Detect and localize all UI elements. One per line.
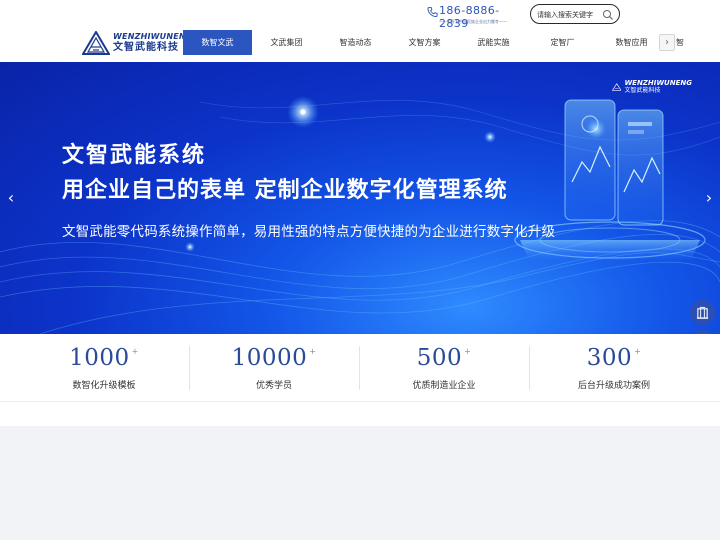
- stat-label: 优质制造业企业: [412, 381, 476, 391]
- search-box: [530, 4, 620, 24]
- nav-item-dingzhi-factory[interactable]: 定智厂: [528, 30, 597, 55]
- stat-value: 10000 +: [231, 345, 317, 371]
- stat-cases: 300 + 后台升级成功案例: [529, 334, 699, 402]
- stat-templates: 1000 + 数智化升级模板: [19, 334, 189, 402]
- banner-title-line1: 文智武能系统: [62, 143, 207, 168]
- hotline[interactable]: 186-8886-2839 ——为开发中国民族企业出力搬冬——: [427, 4, 521, 30]
- nav-item-wuneng-implementation[interactable]: 武能实施: [459, 30, 528, 55]
- nav-item-overflow[interactable]: 智: [676, 37, 688, 48]
- stat-value: 300 +: [586, 345, 642, 371]
- stats-bar: 1000 + 数智化升级模板 10000 + 优秀学员 500 + 优质制造业企业 3…: [0, 334, 720, 402]
- banner-next-arrow-icon[interactable]: ›: [702, 187, 716, 207]
- stat-label: 优秀学员: [255, 381, 292, 391]
- stat-suffix: +: [131, 347, 139, 356]
- building-icon: [696, 306, 709, 319]
- content-section-background: [0, 426, 720, 540]
- hotline-number: 186-8886-2839: [439, 4, 500, 30]
- stat-suffix: +: [634, 347, 642, 356]
- side-building-button[interactable]: [690, 300, 715, 325]
- stat-suffix: +: [464, 347, 472, 356]
- nav-item-shuzhi-wenwu[interactable]: 数智文武: [183, 30, 252, 55]
- banner-logo-emblem-icon: [612, 83, 622, 91]
- stat-label: 数智化升级模板: [72, 381, 136, 391]
- logo-emblem-icon: [82, 31, 110, 55]
- nav-scroll-right-button[interactable]: ›: [659, 34, 675, 51]
- banner-prev-arrow-icon[interactable]: ‹: [4, 187, 18, 207]
- nav-item-shuzhi-application[interactable]: 数智应用: [597, 30, 666, 55]
- nav-item-zhizao-news[interactable]: 智造动态: [321, 30, 390, 55]
- stat-suffix: +: [309, 347, 317, 356]
- logo-english-text: WENZHIWUNENG: [113, 32, 193, 41]
- site-header: WENZHIWUNENG 文智武能科技 186-8886-2839 ——为开发中…: [0, 0, 720, 62]
- banner-logo: WENZHIWUNENG 文智武能科技: [612, 78, 692, 96]
- stat-value: 1000 +: [69, 345, 139, 371]
- stat-value: 500 +: [416, 345, 472, 371]
- stat-label: 后台升级成功案例: [577, 381, 650, 391]
- banner-description: 文智武能零代码系统操作简单，易用性强的特点方便快捷的为企业进行数字化升级: [62, 224, 556, 240]
- banner-title-line2: 用企业自己的表单 定制企业数字化管理系统: [62, 178, 508, 203]
- phone-icon: [427, 6, 438, 18]
- main-nav: 数智文武 文武集团 智造动态 文智方案 武能实施 定智厂 数智应用: [183, 30, 666, 55]
- hotline-slogan: ——为开发中国民族企业出力搬冬——: [439, 19, 507, 24]
- banner-logo-chinese: 文智武能科技: [624, 87, 661, 94]
- site-logo[interactable]: WENZHIWUNENG 文智武能科技: [82, 31, 192, 55]
- hero-banner: WENZHIWUNENG 文智武能科技 文智武能系统 用企业自己的表单 定制企业…: [0, 62, 720, 334]
- logo-chinese-text: 文智武能科技: [113, 42, 179, 53]
- stat-students: 10000 + 优秀学员: [189, 334, 359, 402]
- search-input[interactable]: [537, 8, 603, 21]
- nav-item-wenzhi-solution[interactable]: 文智方案: [390, 30, 459, 55]
- nav-item-wenwu-group[interactable]: 文武集团: [252, 30, 321, 55]
- banner-logo-english: WENZHIWUNENG: [624, 79, 692, 87]
- search-icon[interactable]: [602, 9, 614, 21]
- stat-enterprises: 500 + 优质制造业企业: [359, 334, 529, 402]
